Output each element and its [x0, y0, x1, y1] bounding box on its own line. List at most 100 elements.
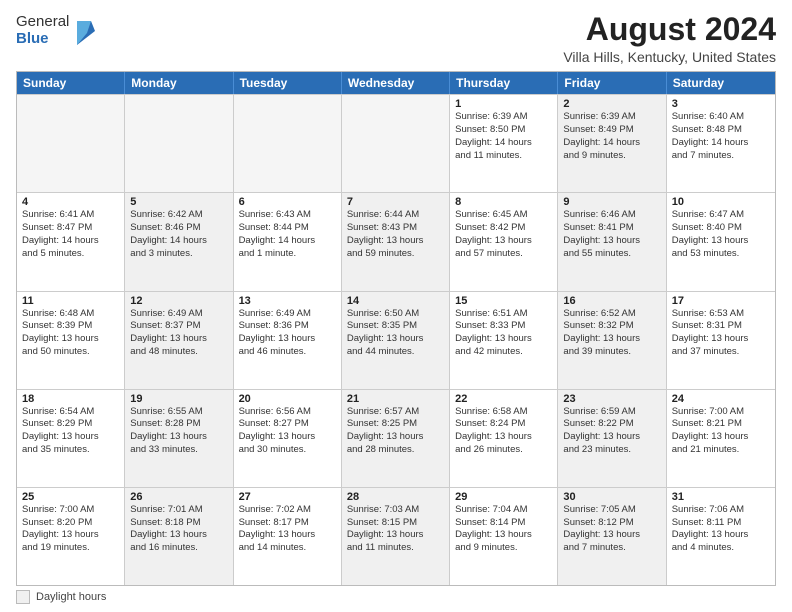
calendar-cell: [342, 95, 450, 192]
cell-line: Daylight: 13 hours: [130, 529, 227, 542]
cell-line: Daylight: 13 hours: [130, 431, 227, 444]
calendar-header: SundayMondayTuesdayWednesdayThursdayFrid…: [17, 72, 775, 94]
cell-line: Daylight: 13 hours: [130, 333, 227, 346]
day-number: 26: [130, 491, 227, 503]
cell-line: Daylight: 13 hours: [347, 431, 444, 444]
cell-line: Sunrise: 6:42 AM: [130, 209, 227, 222]
cell-line: Sunrise: 6:49 AM: [239, 308, 336, 321]
cell-line: and 7 minutes.: [563, 542, 660, 555]
calendar-cell: 21Sunrise: 6:57 AMSunset: 8:25 PMDayligh…: [342, 390, 450, 487]
cell-line: Sunrise: 7:02 AM: [239, 504, 336, 517]
cell-line: and 19 minutes.: [22, 542, 119, 555]
cell-line: Sunset: 8:33 PM: [455, 320, 552, 333]
cell-line: Sunset: 8:28 PM: [130, 418, 227, 431]
cell-line: Sunset: 8:40 PM: [672, 222, 770, 235]
cell-line: Sunset: 8:27 PM: [239, 418, 336, 431]
cell-line: Daylight: 13 hours: [672, 235, 770, 248]
cell-line: and 33 minutes.: [130, 444, 227, 457]
calendar-cell: 8Sunrise: 6:45 AMSunset: 8:42 PMDaylight…: [450, 193, 558, 290]
calendar-header-cell: Wednesday: [342, 72, 450, 94]
calendar: SundayMondayTuesdayWednesdayThursdayFrid…: [16, 71, 776, 586]
day-number: 30: [563, 491, 660, 503]
legend-box: [16, 590, 30, 604]
day-number: 25: [22, 491, 119, 503]
cell-line: Sunrise: 6:46 AM: [563, 209, 660, 222]
cell-line: and 14 minutes.: [239, 542, 336, 555]
calendar-cell: 3Sunrise: 6:40 AMSunset: 8:48 PMDaylight…: [667, 95, 775, 192]
day-number: 16: [563, 295, 660, 307]
day-number: 1: [455, 98, 552, 110]
cell-line: Daylight: 13 hours: [347, 333, 444, 346]
cell-line: Daylight: 13 hours: [455, 333, 552, 346]
cell-line: Sunrise: 6:53 AM: [672, 308, 770, 321]
cell-line: and 9 minutes.: [455, 542, 552, 555]
cell-line: and 23 minutes.: [563, 444, 660, 457]
day-number: 6: [239, 196, 336, 208]
subtitle: Villa Hills, Kentucky, United States: [563, 49, 776, 65]
legend-label: Daylight hours: [36, 591, 106, 603]
calendar-row: 25Sunrise: 7:00 AMSunset: 8:20 PMDayligh…: [17, 487, 775, 585]
calendar-cell: 12Sunrise: 6:49 AMSunset: 8:37 PMDayligh…: [125, 292, 233, 389]
cell-line: Daylight: 14 hours: [563, 137, 660, 150]
cell-line: Daylight: 13 hours: [563, 333, 660, 346]
cell-line: Daylight: 14 hours: [130, 235, 227, 248]
day-number: 3: [672, 98, 770, 110]
day-number: 12: [130, 295, 227, 307]
cell-line: Daylight: 13 hours: [563, 235, 660, 248]
cell-line: Sunset: 8:50 PM: [455, 124, 552, 137]
cell-line: Daylight: 13 hours: [672, 529, 770, 542]
logo-text: General Blue: [16, 14, 69, 47]
cell-line: Sunset: 8:48 PM: [672, 124, 770, 137]
calendar-cell: 1Sunrise: 6:39 AMSunset: 8:50 PMDaylight…: [450, 95, 558, 192]
cell-line: Sunset: 8:31 PM: [672, 320, 770, 333]
cell-line: Daylight: 13 hours: [239, 529, 336, 542]
cell-line: Daylight: 13 hours: [239, 431, 336, 444]
cell-line: Sunrise: 7:05 AM: [563, 504, 660, 517]
cell-line: Daylight: 13 hours: [347, 529, 444, 542]
cell-line: and 28 minutes.: [347, 444, 444, 457]
cell-line: Daylight: 13 hours: [455, 431, 552, 444]
day-number: 15: [455, 295, 552, 307]
calendar-row: 18Sunrise: 6:54 AMSunset: 8:29 PMDayligh…: [17, 389, 775, 487]
day-number: 5: [130, 196, 227, 208]
cell-line: Sunrise: 6:45 AM: [455, 209, 552, 222]
cell-line: and 5 minutes.: [22, 248, 119, 261]
cell-line: Sunrise: 6:58 AM: [455, 406, 552, 419]
cell-line: Sunset: 8:35 PM: [347, 320, 444, 333]
calendar-cell: 10Sunrise: 6:47 AMSunset: 8:40 PMDayligh…: [667, 193, 775, 290]
cell-line: Sunset: 8:44 PM: [239, 222, 336, 235]
calendar-cell: 27Sunrise: 7:02 AMSunset: 8:17 PMDayligh…: [234, 488, 342, 585]
calendar-body: 1 Sunrise: 6:39 AM Sunset: 8:50 PM Daylight…: [17, 94, 775, 585]
cell-line: and 53 minutes.: [672, 248, 770, 261]
day-number: 9: [563, 196, 660, 208]
cell-line: Sunset: 8:46 PM: [130, 222, 227, 235]
cell-line: Sunset: 8:49 PM: [563, 124, 660, 137]
cell-line: and 44 minutes.: [347, 346, 444, 359]
calendar-cell: 16Sunrise: 6:52 AMSunset: 8:32 PMDayligh…: [558, 292, 666, 389]
cell-line: Sunrise: 6:52 AM: [563, 308, 660, 321]
calendar-cell: 4Sunrise: 6:41 AMSunset: 8:47 PMDaylight…: [17, 193, 125, 290]
cell-line: Daylight: 13 hours: [563, 529, 660, 542]
cell-line: Daylight: 13 hours: [22, 431, 119, 444]
calendar-header-cell: Saturday: [667, 72, 775, 94]
calendar-cell: 13Sunrise: 6:49 AMSunset: 8:36 PMDayligh…: [234, 292, 342, 389]
cell-line: Sunrise: 7:00 AM: [672, 406, 770, 419]
calendar-header-cell: Sunday: [17, 72, 125, 94]
cell-line: Sunrise: 6:56 AM: [239, 406, 336, 419]
cell-line: Sunset: 8:21 PM: [672, 418, 770, 431]
cell-line: and 3 minutes.: [130, 248, 227, 261]
calendar-header-cell: Thursday: [450, 72, 558, 94]
cell-line: Sunrise: 6:51 AM: [455, 308, 552, 321]
cell-line: Sunrise: 6:47 AM: [672, 209, 770, 222]
calendar-row: 1 Sunrise: 6:39 AM Sunset: 8:50 PM Daylight…: [17, 94, 775, 192]
cell-line: and 42 minutes.: [455, 346, 552, 359]
cell-line: Sunrise: 7:03 AM: [347, 504, 444, 517]
logo: General Blue: [16, 14, 95, 47]
calendar-cell: 14Sunrise: 6:50 AMSunset: 8:35 PMDayligh…: [342, 292, 450, 389]
calendar-cell: 19Sunrise: 6:55 AMSunset: 8:28 PMDayligh…: [125, 390, 233, 487]
cell-line: and 7 minutes.: [672, 150, 770, 163]
cell-line: Sunrise: 6:39 AM: [563, 111, 660, 124]
cell-line: Sunset: 8:11 PM: [672, 517, 770, 530]
day-number: 2: [563, 98, 660, 110]
day-number: 18: [22, 393, 119, 405]
